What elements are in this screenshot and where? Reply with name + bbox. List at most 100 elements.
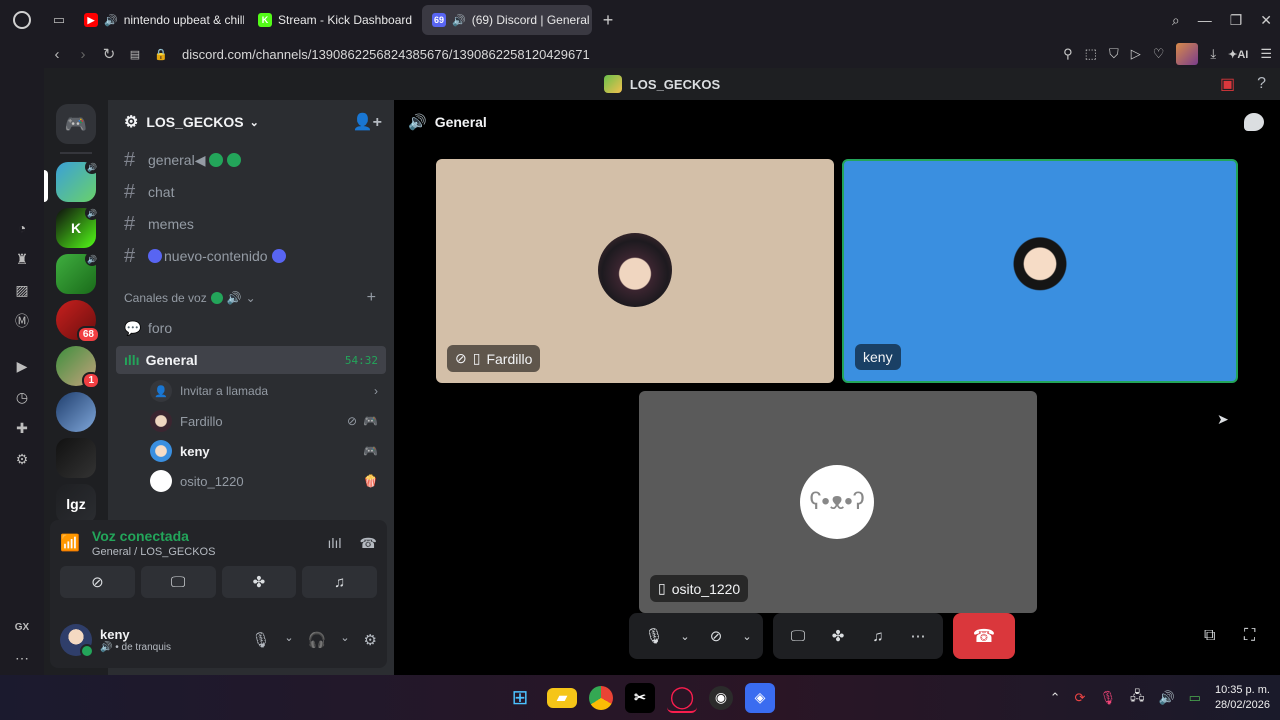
- screen-share-icon[interactable]: 🖵: [781, 619, 815, 653]
- url-field[interactable]: discord.com/channels/1390862256824385676…: [182, 47, 590, 62]
- messenger-icon[interactable]: Ⓜ: [11, 310, 33, 332]
- file-explorer-icon[interactable]: ▰: [547, 687, 577, 708]
- forum-channel[interactable]: 💬 foro: [108, 312, 394, 344]
- voice-category[interactable]: Canales de voz 🔊 ⌄ +: [108, 284, 394, 312]
- player-icon[interactable]: ▶: [11, 355, 33, 377]
- disconnect-icon[interactable]: ☎: [360, 535, 377, 552]
- obs-icon[interactable]: ◉: [709, 685, 733, 710]
- gx-corner-icon[interactable]: ▨: [11, 279, 33, 301]
- add-channel-icon[interactable]: +: [367, 289, 376, 307]
- more-options-icon[interactable]: ⋯: [901, 619, 935, 653]
- windows-start-icon[interactable]: ⊞: [505, 683, 535, 713]
- page-icon[interactable]: ▤: [122, 48, 148, 61]
- activities-button[interactable]: ✤: [221, 566, 297, 598]
- app-icon[interactable]: ◈: [745, 682, 775, 713]
- screen-share-button[interactable]: 🖵: [140, 566, 216, 598]
- disconnect-button[interactable]: ☎: [953, 613, 1015, 659]
- chat-icon[interactable]: [1244, 113, 1264, 131]
- tab-audio-icon[interactable]: 🔊: [452, 14, 466, 27]
- lock-icon[interactable]: 🔒: [148, 48, 174, 61]
- reload-icon[interactable]: ↻: [96, 45, 122, 63]
- chevron-down-icon[interactable]: ⌄: [739, 619, 755, 653]
- voice-channel-general[interactable]: ıllı General 54:32: [116, 346, 386, 374]
- profile-avatar[interactable]: [1176, 43, 1199, 65]
- network-icon[interactable]: 🖧: [1130, 687, 1145, 709]
- server-icon[interactable]: [56, 438, 96, 478]
- shield-icon[interactable]: ⛉: [1109, 46, 1119, 62]
- fullscreen-icon[interactable]: ⛶: [1244, 627, 1255, 645]
- chevron-down-icon[interactable]: ⌄: [340, 631, 349, 649]
- volume-icon[interactable]: 🔊: [1158, 690, 1174, 706]
- server-icon[interactable]: lgz: [56, 484, 96, 524]
- popout-icon[interactable]: ⧉: [1204, 627, 1215, 645]
- snapshot-icon[interactable]: ⬚: [1085, 46, 1097, 62]
- microphone-icon[interactable]: 🎙: [1099, 690, 1116, 706]
- aria-ai-button[interactable]: ✦AI: [1228, 48, 1248, 61]
- search-tabs-icon[interactable]: ⌕: [1172, 12, 1180, 29]
- voice-status[interactable]: Voz conectada: [92, 528, 216, 544]
- server-icon[interactable]: 🔊: [44, 160, 99, 202]
- extensions-icon[interactable]: ✚: [11, 417, 33, 439]
- text-channel[interactable]: # memes: [108, 208, 394, 240]
- connection-signal-icon[interactable]: 📶: [60, 533, 80, 553]
- soundboard-icon[interactable]: ♫: [861, 619, 895, 653]
- microphone-icon[interactable]: 🎙: [251, 631, 270, 649]
- minimize-icon[interactable]: —: [1198, 12, 1212, 28]
- inbox-icon[interactable]: ▣: [1220, 74, 1235, 94]
- server-icon[interactable]: 🔊: [56, 252, 99, 294]
- text-channel[interactable]: # general◀: [108, 144, 394, 176]
- browser-tab[interactable]: K Stream - Kick Dashboard: [248, 5, 418, 35]
- chrome-icon[interactable]: [589, 685, 613, 710]
- noise-suppression-icon[interactable]: ılıl: [328, 535, 342, 552]
- history-icon[interactable]: ◷: [11, 386, 33, 408]
- username[interactable]: keny: [100, 627, 171, 642]
- microphone-icon[interactable]: 🎙: [637, 619, 671, 653]
- more-icon[interactable]: ⋯: [11, 647, 33, 669]
- soundboard-button[interactable]: ♫: [302, 566, 377, 598]
- heart-icon[interactable]: ♡: [1153, 46, 1165, 62]
- invite-to-call[interactable]: 👤 Invitar a llamada ›: [108, 376, 394, 406]
- voice-user[interactable]: Fardillo ⊘ 🎮: [108, 406, 394, 436]
- chevron-up-icon[interactable]: ⌃: [1050, 690, 1061, 706]
- server-icon[interactable]: 1: [56, 346, 100, 389]
- voice-location[interactable]: General / LOS_GECKOS: [92, 546, 216, 558]
- help-icon[interactable]: ?: [1257, 75, 1266, 93]
- send-icon[interactable]: ▷: [1131, 46, 1141, 62]
- participant-tile[interactable]: ⊘ ▯ Fardillo: [436, 159, 834, 383]
- guild-header[interactable]: ⚙ LOS_GECKOS ⌄ 👤+: [108, 100, 394, 144]
- pin-icon[interactable]: ⚲: [1063, 46, 1073, 62]
- gx-control-icon[interactable]: ♜: [11, 248, 33, 270]
- clock[interactable]: 10:35 p. m. 28/02/2026: [1215, 683, 1270, 713]
- settings-icon[interactable]: ⚙: [11, 448, 33, 470]
- close-icon[interactable]: ✕: [1260, 12, 1272, 29]
- camera-off-button[interactable]: ⊘: [60, 566, 135, 598]
- maximize-icon[interactable]: ❐: [1230, 12, 1243, 29]
- server-icon[interactable]: 68: [56, 300, 100, 343]
- forward-icon[interactable]: ›: [70, 46, 96, 63]
- sync-icon[interactable]: ⟳: [1075, 690, 1086, 706]
- speed-dial-icon[interactable]: ◔: [11, 217, 33, 239]
- new-tab-button[interactable]: +: [596, 8, 620, 32]
- invite-member-icon[interactable]: 👤+: [353, 112, 382, 132]
- tab-menu-icon[interactable]: ▭: [44, 0, 74, 40]
- voice-user[interactable]: keny 🎮: [108, 436, 394, 466]
- discord-home-icon[interactable]: 🎮: [56, 104, 96, 144]
- chevron-down-icon[interactable]: ⌄: [677, 619, 693, 653]
- browser-tab[interactable]: ▶ 🔊 nintendo upbeat & chill: [74, 5, 244, 35]
- participant-tile[interactable]: ʕ•ᴥ•ʔ ▯ osito_1220: [639, 391, 1037, 613]
- easy-setup-icon[interactable]: ☰: [1260, 46, 1272, 62]
- capcut-icon[interactable]: ✂: [625, 682, 655, 713]
- opera-gx-icon[interactable]: ◯: [667, 683, 697, 713]
- user-settings-icon[interactable]: ⚙: [364, 631, 377, 649]
- chevron-down-icon[interactable]: ⌄: [284, 631, 293, 649]
- tab-audio-icon[interactable]: 🔊: [104, 14, 118, 27]
- opera-logo-icon[interactable]: [0, 0, 44, 40]
- server-icon[interactable]: [56, 392, 96, 432]
- headphones-icon[interactable]: 🎧: [308, 631, 327, 649]
- avatar[interactable]: [60, 624, 94, 658]
- participant-tile[interactable]: keny: [842, 159, 1238, 383]
- back-icon[interactable]: ‹: [44, 46, 70, 63]
- camera-off-icon[interactable]: ⊘: [699, 619, 733, 653]
- browser-tab[interactable]: 69 🔊 (69) Discord | General: [422, 5, 592, 35]
- text-channel[interactable]: # chat: [108, 176, 394, 208]
